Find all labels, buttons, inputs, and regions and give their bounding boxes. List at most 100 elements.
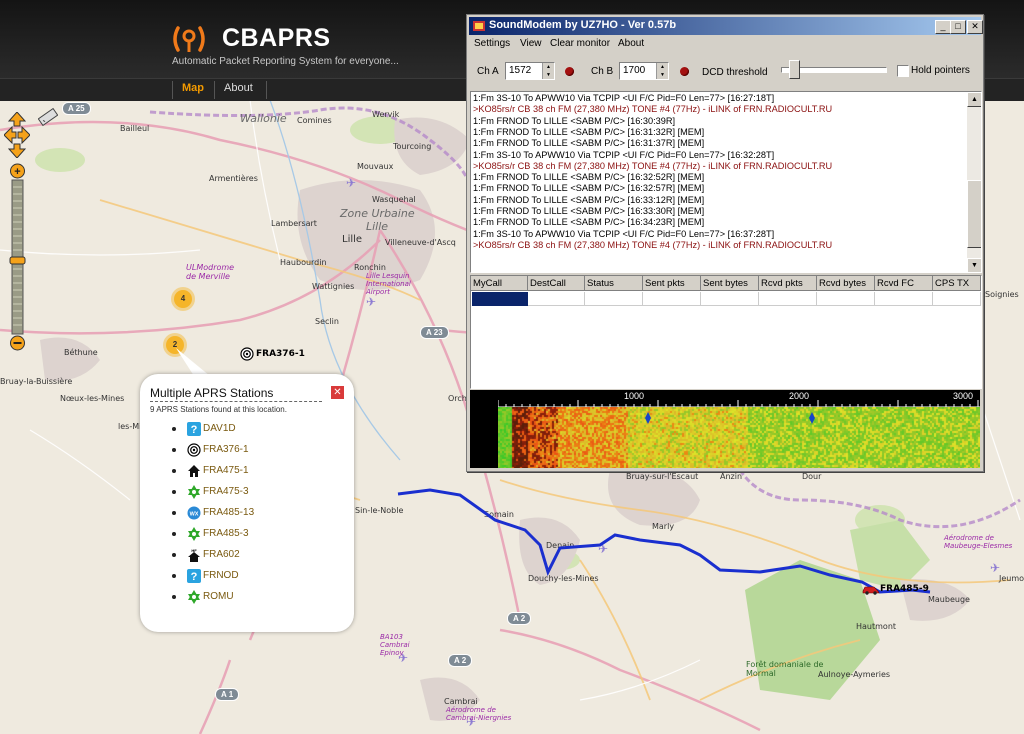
spinner-arrows-icon[interactable]: ▲ ▼: [542, 63, 554, 79]
log-line: 1:Fm 3S-10 To APWW10 Via TCPIP <UI F/C P…: [473, 149, 775, 160]
bullet: [172, 448, 176, 452]
popup-close-button[interactable]: ✕: [331, 386, 344, 399]
channel-b-value[interactable]: 1700: [623, 65, 645, 76]
window-title: SoundModem by UZ7HO - Ver 0.57b: [489, 19, 677, 31]
target-icon: [187, 443, 201, 457]
log-line: 1:Fm FRNOD To LILLE <SABM P/C> [16:34:23…: [473, 217, 705, 228]
station-label-fra376[interactable]: FRA376-1: [256, 349, 305, 359]
menu-about[interactable]: About: [618, 38, 644, 49]
svg-text:+: +: [14, 166, 20, 178]
table-row-selected[interactable]: [472, 292, 528, 306]
target-icon[interactable]: [240, 347, 254, 361]
station-name[interactable]: FRA602: [203, 549, 240, 560]
menu-settings[interactable]: Settings: [474, 38, 510, 49]
brand-tagline: Automatic Packet Reporting System for ev…: [172, 56, 399, 67]
channel-b-status-led: [680, 67, 689, 76]
digi-icon: WX: [187, 506, 201, 520]
nav-separator: [172, 81, 173, 99]
log-line: 1:Fm FRNOD To LILLE <SABM P/C> [16:30:39…: [473, 115, 676, 126]
station-name[interactable]: DAV1D: [203, 423, 236, 434]
soundmodem-window: SoundModem by UZ7HO - Ver 0.57b _ □ ✕ Se…: [466, 14, 984, 472]
maximize-button[interactable]: □: [950, 20, 966, 34]
svg-text:?: ?: [191, 424, 198, 436]
column-header[interactable]: MyCall: [471, 276, 528, 291]
table-cell[interactable]: [875, 292, 933, 306]
menu-bar: Settings View Clear monitor About: [469, 36, 981, 52]
close-button[interactable]: ✕: [967, 20, 983, 34]
waterfall-display[interactable]: 1000 2000 3000: [470, 390, 980, 468]
channel-a-label: Ch A: [477, 66, 499, 77]
app-icon: [473, 21, 485, 31]
channel-b-spinner[interactable]: 1700 ▲ ▼: [619, 62, 669, 80]
nav-separator: [214, 81, 215, 99]
bullet: [172, 595, 176, 599]
table-cell[interactable]: [585, 292, 643, 306]
column-header[interactable]: Rcvd pkts: [759, 276, 817, 291]
dcd-slider-thumb[interactable]: [788, 60, 800, 79]
hold-pointers-checkbox[interactable]: [897, 65, 909, 77]
toolbar: Ch A 1572 ▲ ▼ Ch B 1700 ▲ ▼ DCD threshold …: [469, 55, 981, 87]
column-header[interactable]: DestCall: [528, 276, 585, 291]
scroll-thumb[interactable]: [967, 180, 981, 248]
column-header[interactable]: Rcvd FC: [875, 276, 933, 291]
log-line: 1:Fm FRNOD To LILLE <SABM P/C> [16:33:12…: [473, 194, 705, 205]
zoom-slider[interactable]: +: [9, 163, 26, 353]
log-line: >KO85rs/r CB 38 ch FM (27,380 MHz) TONE …: [473, 160, 833, 171]
bullet: [172, 469, 176, 473]
column-header[interactable]: Sent pkts: [643, 276, 701, 291]
table-cell[interactable]: [759, 292, 817, 306]
popup-title: Multiple APRS Stations: [150, 386, 322, 402]
menu-clear-monitor[interactable]: Clear monitor: [550, 38, 610, 49]
column-header[interactable]: Sent bytes: [701, 276, 759, 291]
log-line: 1:Fm FRNOD To LILLE <SABM P/C> [16:33:30…: [473, 206, 705, 216]
channel-a-spinner[interactable]: 1572 ▲ ▼: [505, 62, 555, 80]
connections-table[interactable]: MyCall DestCall Status Sent pkts Sent bytes R…: [470, 275, 982, 389]
log-scrollbar[interactable]: ▲ ▼: [967, 92, 981, 272]
bullet: [172, 553, 176, 557]
table-cell[interactable]: [528, 292, 585, 306]
scroll-down-icon[interactable]: ▼: [967, 258, 981, 272]
star-of-david-icon: [188, 590, 200, 604]
car-icon[interactable]: [862, 583, 880, 595]
column-header[interactable]: Status: [585, 276, 643, 291]
log-line: 1:Fm FRNOD To LILLE <SABM P/C> [16:31:32…: [473, 126, 705, 137]
table-cell[interactable]: [933, 292, 981, 306]
window-titlebar[interactable]: SoundModem by UZ7HO - Ver 0.57b _ □ ✕: [469, 17, 983, 35]
station-label-fra485[interactable]: FRA485-9: [880, 584, 929, 594]
channel-a-value[interactable]: 1572: [509, 65, 531, 76]
log-line: 1:Fm 3S-10 To APWW10 Via TCPIP <UI F/C P…: [473, 93, 775, 103]
house-icon: [188, 465, 200, 477]
station-name[interactable]: FRA485-13: [203, 507, 254, 518]
pan-control-icon[interactable]: [4, 112, 30, 158]
station-name[interactable]: FRA475-1: [203, 465, 249, 476]
hf-house-icon: HF: [188, 548, 200, 562]
menu-view[interactable]: View: [520, 38, 542, 49]
log-line: 1:Fm 3S-10 To APWW10 Via TCPIP <UI F/C P…: [473, 228, 775, 239]
popup-subtitle: 9 APRS Stations found at this location.: [150, 405, 287, 414]
station-cluster-marker[interactable]: 4: [174, 290, 192, 308]
station-name[interactable]: ROMU: [203, 591, 234, 602]
station-name[interactable]: FRNOD: [203, 570, 239, 581]
waterfall-pointers: [645, 412, 815, 424]
measure-ruler-icon[interactable]: [38, 107, 58, 127]
svg-text:WX: WX: [190, 512, 199, 518]
monitor-log[interactable]: 1:Fm 3S-10 To APWW10 Via TCPIP <UI F/C P…: [470, 91, 982, 273]
dcd-threshold-label: DCD threshold: [702, 67, 768, 78]
minimize-button[interactable]: _: [935, 20, 951, 34]
station-name[interactable]: FRA376-1: [203, 444, 249, 455]
question-icon: ?: [187, 422, 201, 436]
nav-link-map[interactable]: Map: [182, 82, 204, 94]
nav-link-about[interactable]: About: [224, 82, 253, 94]
table-cell[interactable]: [701, 292, 759, 306]
spinner-arrows-icon[interactable]: ▲ ▼: [656, 63, 668, 79]
column-header[interactable]: Rcvd bytes: [817, 276, 875, 291]
table-cell[interactable]: [817, 292, 875, 306]
scroll-up-icon[interactable]: ▲: [967, 92, 981, 107]
bullet: [172, 427, 176, 431]
table-cell[interactable]: [643, 292, 701, 306]
hold-pointers-label[interactable]: Hold pointers: [911, 65, 970, 76]
station-name[interactable]: FRA475-3: [203, 486, 249, 497]
column-header[interactable]: CPS TX: [933, 276, 981, 291]
station-name[interactable]: FRA485-3: [203, 528, 249, 539]
brand-title[interactable]: CBAPRS: [222, 24, 331, 53]
